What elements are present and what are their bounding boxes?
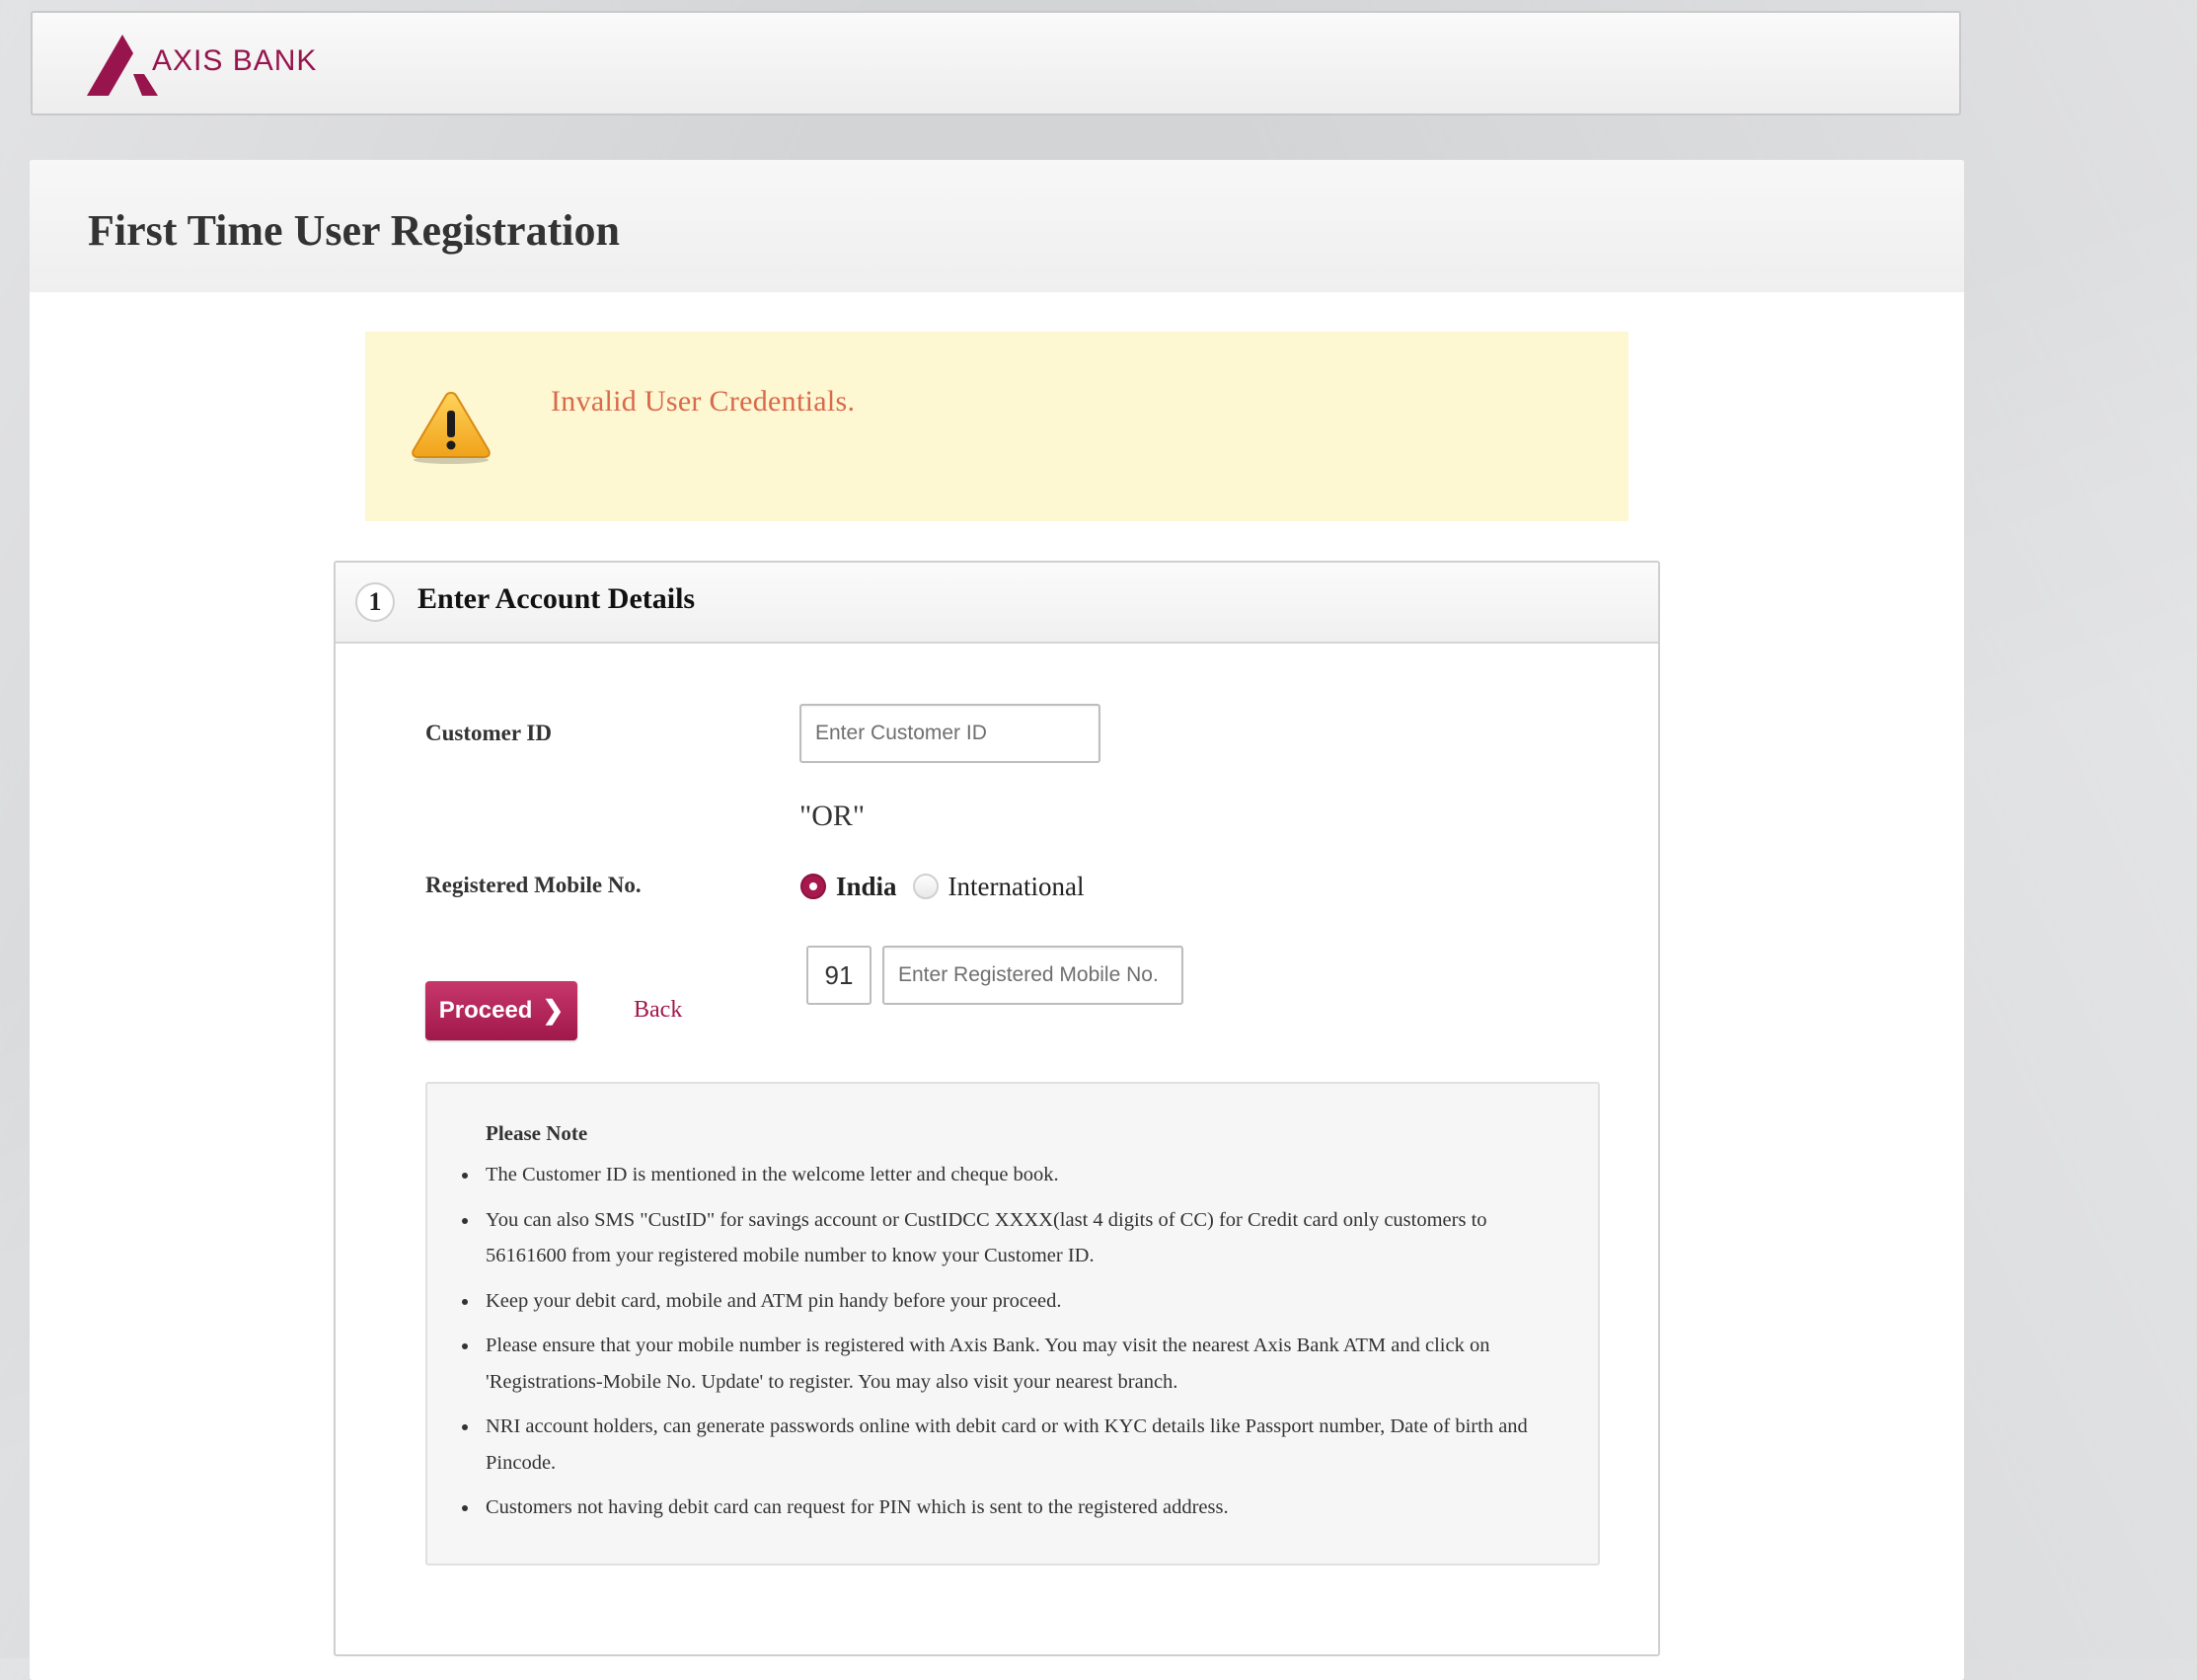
radio-international-label[interactable]: International (948, 872, 1085, 902)
please-note-box: Please Note The Customer ID is mentioned… (425, 1082, 1600, 1565)
mobile-number-input[interactable] (882, 946, 1183, 1005)
error-alert: Invalid User Credentials. (365, 332, 1629, 521)
radio-india[interactable] (800, 874, 826, 899)
or-separator: "OR" (799, 800, 866, 832)
account-details-panel: 1 Enter Account Details Customer ID "OR"… (334, 561, 1660, 1656)
proceed-label: Proceed (438, 997, 533, 1024)
main-card: First Time User Registration Invalid Use… (30, 160, 1964, 1680)
note-item: Customers not having debit card can requ… (462, 1489, 1561, 1526)
step-number-badge: 1 (355, 582, 395, 622)
panel-title: Enter Account Details (417, 582, 696, 615)
radio-international[interactable] (912, 874, 939, 899)
axis-logo-icon (87, 35, 158, 96)
warning-icon (409, 389, 493, 469)
radio-india-label[interactable]: India (836, 872, 897, 902)
note-item: The Customer ID is mentioned in the welc… (462, 1157, 1561, 1193)
alert-message: Invalid User Credentials. (551, 385, 856, 418)
back-link[interactable]: Back (634, 997, 682, 1024)
region-radio-group: India International (800, 870, 1085, 903)
brand-name: AXIS BANK (152, 44, 318, 77)
note-item: You can also SMS "CustID" for savings ac… (462, 1202, 1561, 1274)
customer-id-input[interactable] (799, 704, 1100, 763)
note-item: Please ensure that your mobile number is… (462, 1328, 1561, 1400)
axis-bank-logo[interactable]: AXIS BANK (87, 35, 317, 96)
note-item: Keep your debit card, mobile and ATM pin… (462, 1283, 1561, 1320)
note-title: Please Note (486, 1121, 588, 1145)
top-header: AXIS BANK (31, 11, 1961, 115)
panel-header: 1 Enter Account Details (336, 563, 1658, 644)
chevron-right-icon: ❯ (542, 995, 565, 1025)
page-header: First Time User Registration (30, 160, 1964, 292)
note-item: NRI account holders, can generate passwo… (462, 1409, 1561, 1481)
page-title: First Time User Registration (88, 206, 620, 255)
country-code-field[interactable]: 91 (806, 946, 871, 1005)
mobile-label: Registered Mobile No. (425, 873, 642, 897)
note-list: The Customer ID is mentioned in the welc… (462, 1157, 1561, 1535)
proceed-button[interactable]: Proceed ❯ (425, 981, 577, 1040)
customer-id-label: Customer ID (425, 721, 552, 745)
